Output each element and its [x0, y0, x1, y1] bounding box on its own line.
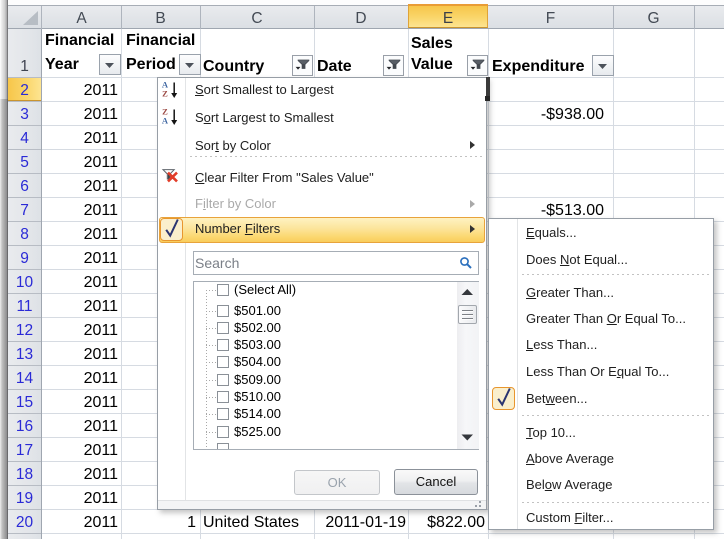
svg-text:A: A	[162, 116, 169, 126]
svg-text:Z: Z	[162, 89, 168, 99]
